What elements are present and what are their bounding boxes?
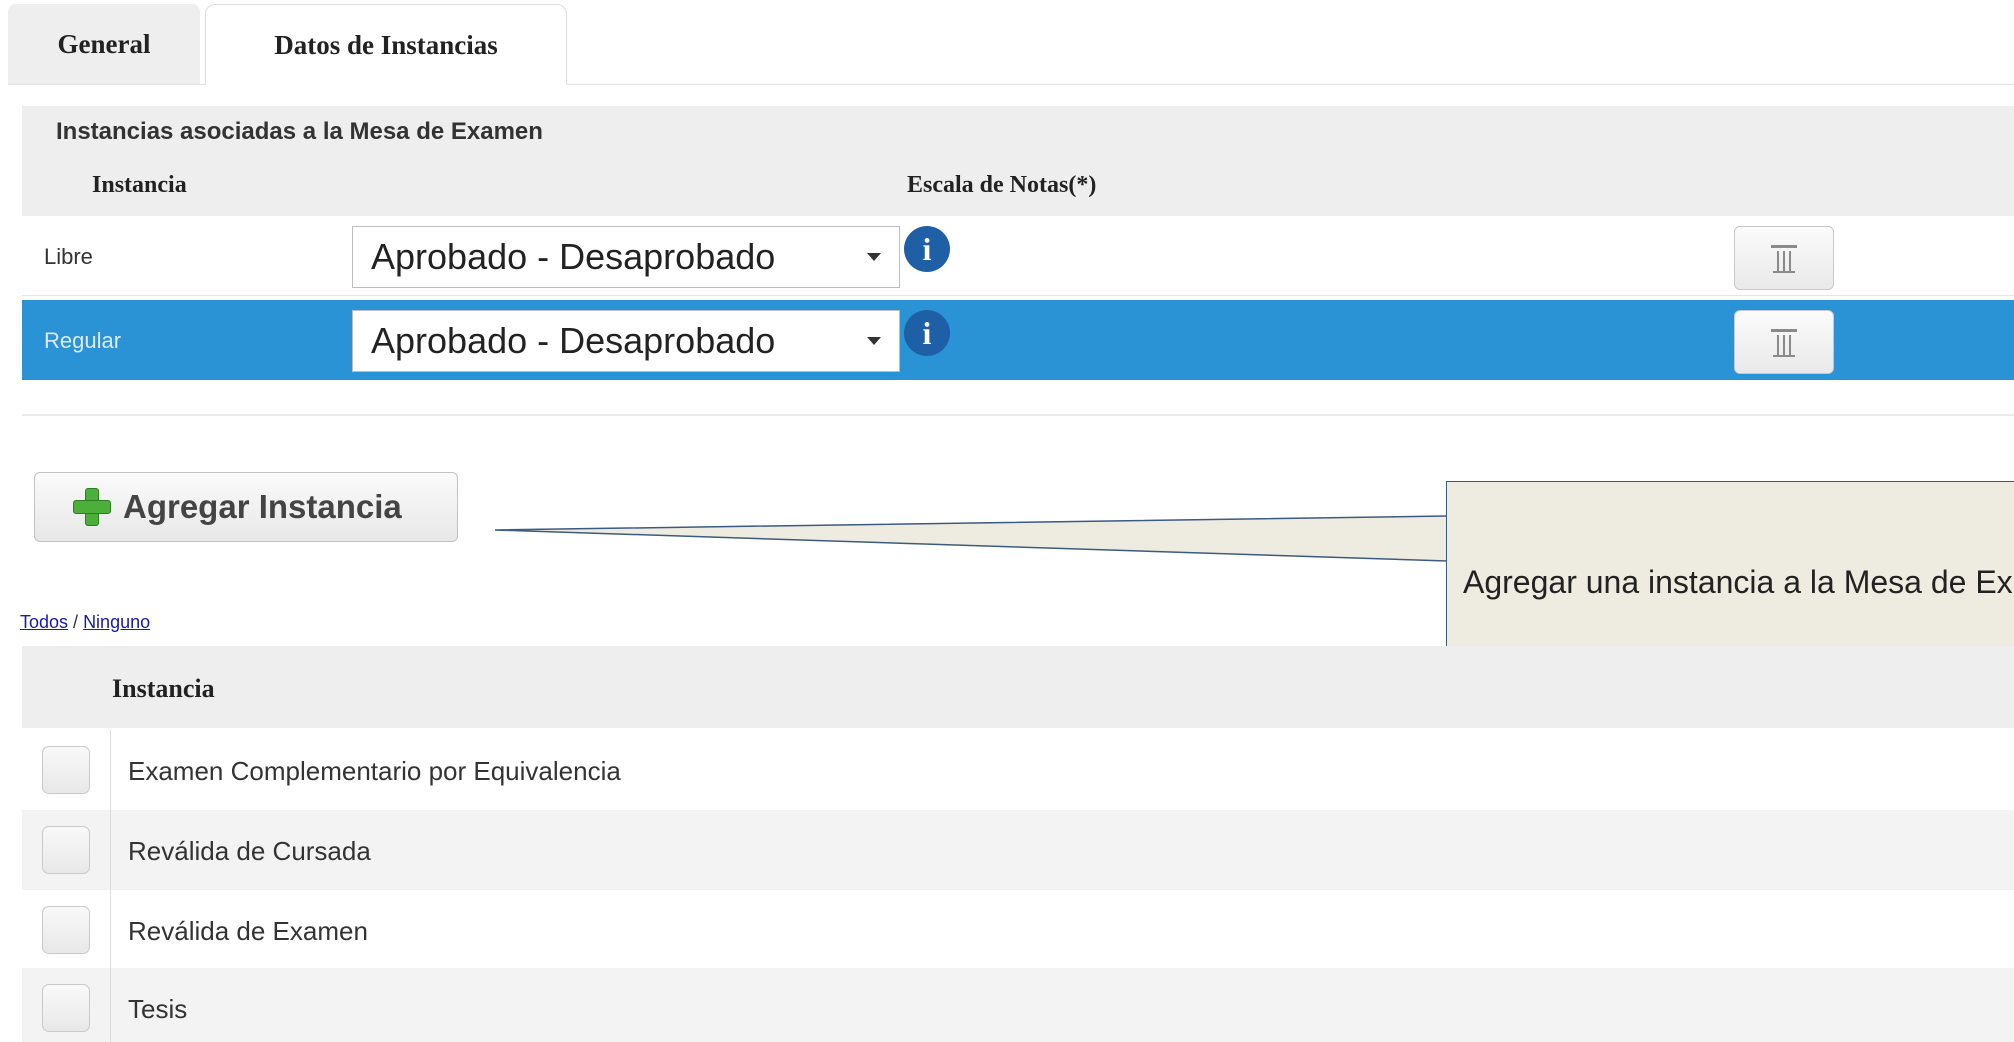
- row-checkbox[interactable]: [42, 984, 90, 1032]
- callout-text: Agregar una instancia a la Mesa de Exame…: [1463, 564, 2014, 600]
- checkbox-cell: [22, 890, 111, 970]
- select-all-link[interactable]: Todos: [20, 612, 68, 632]
- checkbox-cell: [22, 730, 111, 810]
- row-checkbox[interactable]: [42, 826, 90, 874]
- selection-links: Todos / Ninguno: [20, 612, 150, 633]
- checkbox-cell: [22, 810, 111, 890]
- column-header-instancia: Instancia: [112, 674, 215, 703]
- row-label: Examen Complementario por Equivalencia: [128, 756, 621, 786]
- row-checkbox[interactable]: [42, 746, 90, 794]
- table-header: Instancia: [22, 646, 2014, 728]
- row-label: Reválida de Examen: [128, 916, 368, 946]
- row-label: Tesis: [128, 994, 188, 1024]
- row-label: Reválida de Cursada: [128, 836, 371, 866]
- table-row: Reválida de Examen: [22, 890, 2014, 970]
- checkbox-cell: [22, 968, 111, 1042]
- row-checkbox[interactable]: [42, 906, 90, 954]
- table-row: Reválida de Cursada: [22, 810, 2014, 890]
- table-row: Tesis: [22, 968, 2014, 1042]
- select-none-link[interactable]: Ninguno: [83, 612, 150, 632]
- links-separator: /: [68, 612, 84, 632]
- table-row: Examen Complementario por Equivalencia: [22, 730, 2014, 810]
